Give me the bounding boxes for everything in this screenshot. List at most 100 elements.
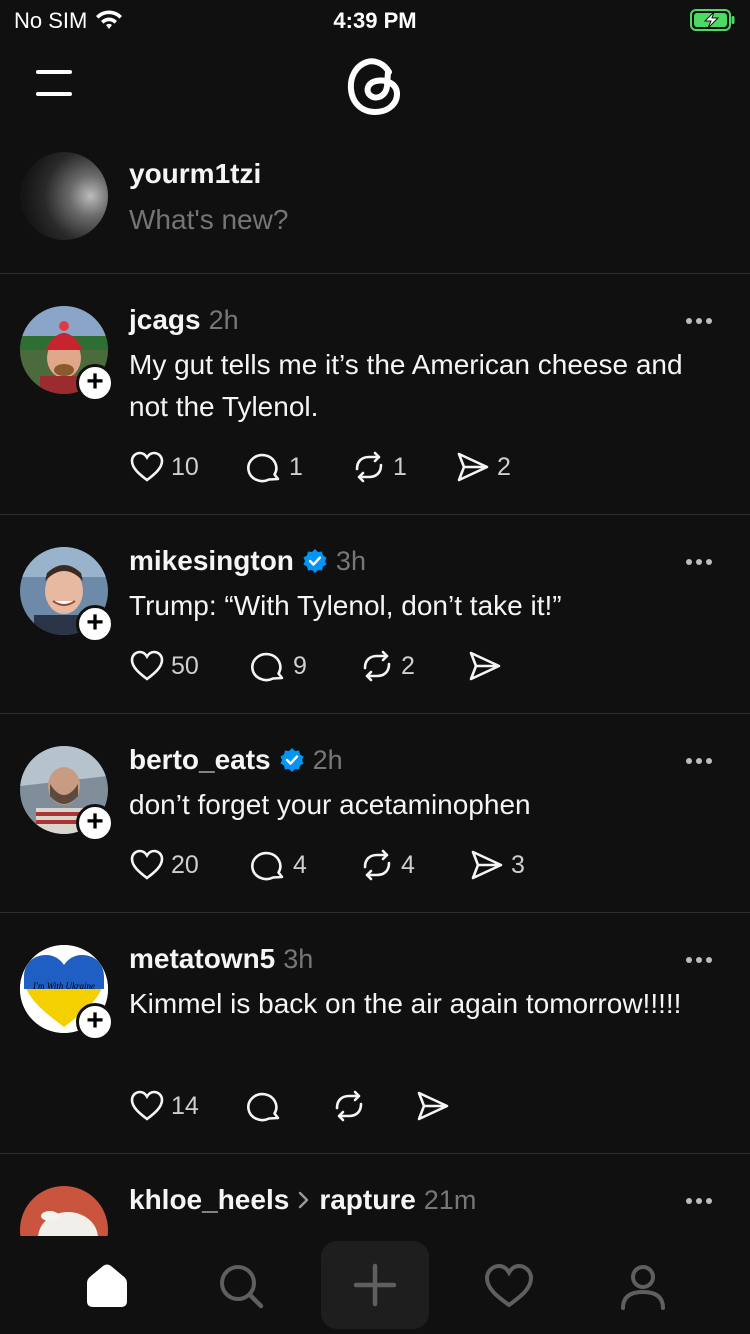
clock: 4:39 PM	[333, 8, 417, 33]
username[interactable]: berto_eats	[129, 744, 271, 776]
post-header: mikesington 3h	[129, 545, 366, 577]
send-icon	[457, 452, 489, 482]
repost-button[interactable]: 4	[359, 847, 415, 883]
heart-icon	[130, 1090, 164, 1121]
composer-username: yourm1tzi	[129, 158, 262, 189]
more-options-icon[interactable]	[686, 754, 720, 768]
share-button[interactable]: 3	[469, 847, 525, 883]
like-button[interactable]: 50	[129, 648, 199, 684]
username[interactable]: metatown5	[129, 943, 275, 975]
thread-post[interactable]: + jcags 2h My gut tells me it’s the Amer…	[0, 274, 750, 515]
comment-icon	[247, 1092, 280, 1122]
thread-post[interactable]: khloe_heels rapture 21m	[0, 1154, 750, 1236]
verified-badge-icon	[280, 748, 304, 772]
avatar-caption: I'm With Ukraine	[32, 981, 95, 991]
post-header: khloe_heels rapture 21m	[129, 1184, 476, 1216]
share-button[interactable]: 2	[455, 449, 511, 485]
post-header: berto_eats 2h	[129, 744, 343, 776]
repost-count: 4	[401, 850, 415, 879]
post-header: jcags 2h	[129, 304, 239, 336]
follow-button[interactable]: +	[76, 605, 114, 643]
tab-home[interactable]	[67, 1246, 147, 1326]
share-count: 2	[497, 452, 511, 481]
thread-post[interactable]: + mikesington 3h Trump: “With Tylenol, d…	[0, 515, 750, 714]
send-icon	[471, 850, 503, 880]
post-text: Trump: “With Tylenol, don’t take it!”	[129, 590, 562, 621]
reply-button[interactable]	[247, 1088, 289, 1124]
heart-icon	[130, 849, 164, 880]
status-bar: No SIM 4:39 PM	[0, 0, 750, 40]
repost-icon	[335, 1090, 363, 1122]
more-options-icon[interactable]	[686, 314, 720, 328]
share-count: 3	[511, 850, 525, 879]
post-text: My gut tells me it’s the American cheese…	[129, 349, 683, 422]
send-icon	[469, 651, 501, 681]
tab-profile[interactable]	[603, 1246, 683, 1326]
chevron-right-icon	[299, 1191, 309, 1209]
like-button[interactable]: 14	[129, 1088, 199, 1124]
comment-icon	[251, 652, 284, 682]
username[interactable]: khloe_heels	[129, 1184, 289, 1216]
reply-count: 9	[293, 651, 307, 680]
topic-tag[interactable]: rapture	[319, 1184, 415, 1216]
tab-activity[interactable]	[469, 1246, 549, 1326]
heart-icon	[130, 451, 164, 482]
timestamp: 3h	[335, 545, 366, 576]
new-thread-input[interactable]	[129, 204, 689, 236]
hamburger-icon	[36, 70, 72, 74]
avatar[interactable]	[20, 1186, 108, 1236]
post-text: Kimmel is back on the air again tomorrow…	[129, 988, 682, 1019]
reply-button[interactable]: 4	[251, 847, 307, 883]
repost-count: 2	[401, 651, 415, 680]
avatar[interactable]	[20, 152, 108, 240]
like-button[interactable]: 20	[129, 847, 199, 883]
timestamp: 3h	[283, 943, 314, 974]
reply-count: 1	[289, 452, 303, 481]
new-thread-composer[interactable]: yourm1tzi	[0, 140, 750, 274]
like-count: 20	[171, 850, 199, 879]
menu-button[interactable]	[36, 70, 74, 98]
repost-icon	[355, 451, 383, 483]
timestamp: 21m	[423, 1184, 477, 1215]
repost-icon	[363, 849, 391, 881]
comment-icon	[247, 453, 280, 483]
tab-search[interactable]	[201, 1246, 281, 1326]
verified-badge-icon	[303, 549, 327, 573]
like-count: 10	[171, 452, 199, 481]
like-button[interactable]: 10	[129, 449, 199, 485]
thread-post[interactable]: I'm With Ukraine + metatown5 3h Kimmel i…	[0, 913, 750, 1154]
repost-button[interactable]: 2	[359, 648, 415, 684]
threads-feed-screen: No SIM 4:39 PM yourm1tzi What's new? + j…	[0, 0, 750, 1334]
reply-count: 4	[293, 850, 307, 879]
follow-button[interactable]: +	[76, 1003, 114, 1041]
repost-icon	[363, 650, 391, 682]
timestamp: 2h	[208, 304, 239, 335]
timestamp: 2h	[312, 744, 343, 775]
plus-icon	[353, 1263, 397, 1307]
username[interactable]: jcags	[129, 304, 201, 336]
create-thread-button[interactable]	[321, 1241, 429, 1329]
home-icon	[87, 1264, 127, 1307]
share-button[interactable]	[415, 1088, 457, 1124]
thread-post[interactable]: + berto_eats 2h don’t forget your acetam…	[0, 714, 750, 913]
heart-icon	[130, 650, 164, 681]
profile-icon	[621, 1265, 665, 1310]
follow-button[interactable]: +	[76, 364, 114, 402]
share-button[interactable]	[467, 648, 509, 684]
follow-button[interactable]: +	[76, 804, 114, 842]
post-text: don’t forget your acetaminophen	[129, 789, 531, 820]
reply-button[interactable]: 9	[251, 648, 307, 684]
repost-button[interactable]: 1	[351, 449, 407, 485]
more-options-icon[interactable]	[686, 1194, 720, 1208]
comment-icon	[251, 851, 284, 881]
threads-logo-icon[interactable]	[343, 52, 407, 118]
more-options-icon[interactable]	[686, 555, 720, 569]
repost-count: 1	[393, 452, 407, 481]
bottom-tab-bar	[0, 1236, 750, 1334]
reply-button[interactable]: 1	[247, 449, 303, 485]
hamburger-icon-bar	[36, 92, 72, 96]
post-header: metatown5 3h	[129, 943, 313, 975]
username[interactable]: mikesington	[129, 545, 294, 577]
repost-button[interactable]	[331, 1088, 373, 1124]
more-options-icon[interactable]	[686, 953, 720, 967]
